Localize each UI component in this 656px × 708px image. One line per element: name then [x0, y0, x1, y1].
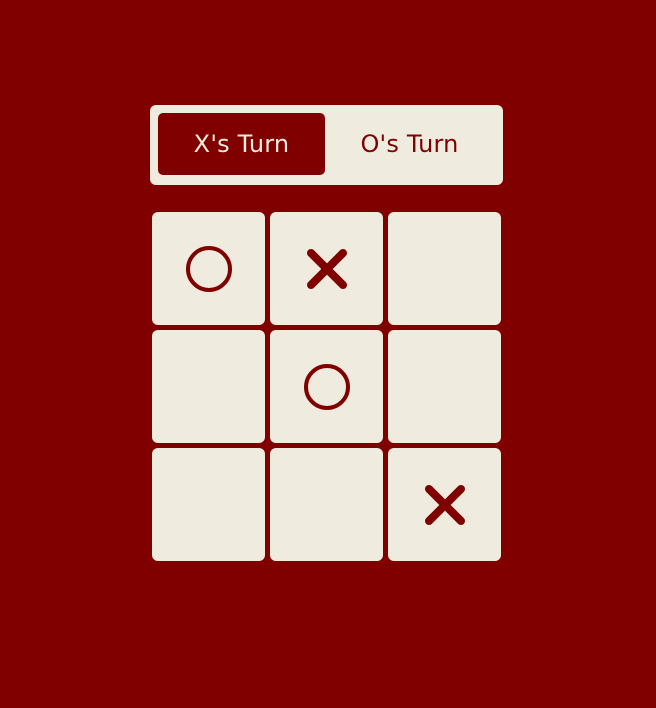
board-cell-2-1[interactable] — [270, 448, 383, 561]
o-mark-icon — [302, 362, 352, 412]
x-mark-icon — [420, 480, 470, 530]
board-cell-1-2[interactable] — [388, 330, 501, 443]
x-turn-label: X's Turn — [193, 130, 290, 158]
turn-toggle: X's Turn O's Turn — [150, 105, 503, 185]
o-mark-icon — [184, 244, 234, 294]
board-cell-1-0[interactable] — [152, 330, 265, 443]
x-turn-button[interactable]: X's Turn — [158, 113, 325, 175]
board-cell-0-1[interactable] — [270, 212, 383, 325]
x-mark-icon — [302, 244, 352, 294]
game-board — [152, 212, 502, 564]
o-turn-label: O's Turn — [360, 130, 459, 158]
board-cell-1-1[interactable] — [270, 330, 383, 443]
board-cell-2-0[interactable] — [152, 448, 265, 561]
board-cell-0-2[interactable] — [388, 212, 501, 325]
board-cell-2-2[interactable] — [388, 448, 501, 561]
board-cell-0-0[interactable] — [152, 212, 265, 325]
o-turn-button[interactable]: O's Turn — [326, 113, 493, 175]
